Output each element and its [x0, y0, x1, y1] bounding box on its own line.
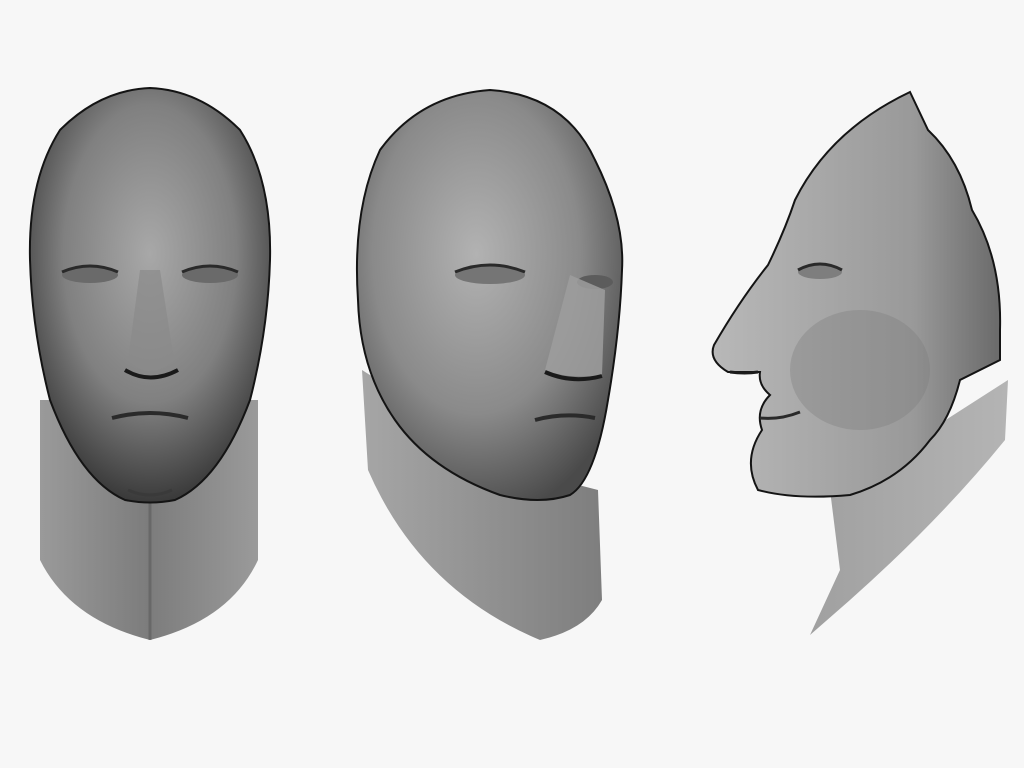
- render-canvas: [0, 0, 1024, 768]
- front-head-render: [28, 86, 272, 640]
- three-quarter-head-render: [355, 88, 624, 640]
- profile-view: [700, 0, 1024, 768]
- three-quarter-view: [340, 0, 640, 768]
- profile-head-render: [711, 90, 1008, 635]
- front-view: [0, 0, 300, 768]
